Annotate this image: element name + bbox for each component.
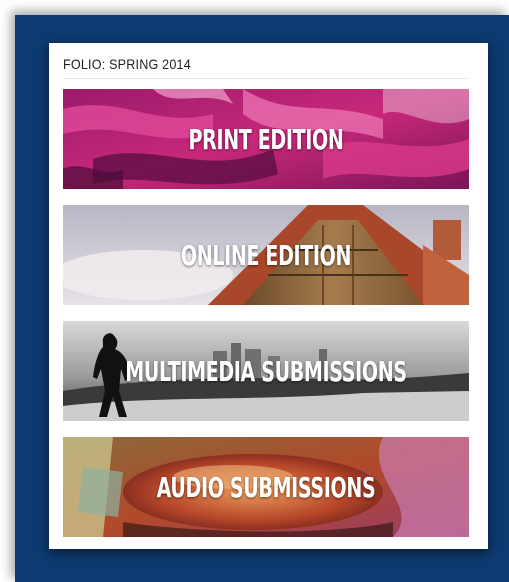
audio-submissions-label: AUDIO SUBMISSIONS xyxy=(156,470,376,504)
folio-panel: FOLIO: SPRING 2014 PRINT EDITION ONLINE … xyxy=(49,43,488,549)
audio-submissions-link[interactable]: AUDIO SUBMISSIONS xyxy=(63,437,469,537)
online-edition-label: ONLINE EDITION xyxy=(180,238,352,272)
multimedia-submissions-label: MULTIMEDIA SUBMISSIONS xyxy=(125,354,407,388)
title-divider xyxy=(63,78,469,79)
online-edition-link[interactable]: ONLINE EDITION xyxy=(63,205,469,305)
panel-title: FOLIO: SPRING 2014 xyxy=(63,56,191,72)
print-edition-link[interactable]: PRINT EDITION xyxy=(63,89,469,189)
multimedia-submissions-link[interactable]: MULTIMEDIA SUBMISSIONS xyxy=(63,321,469,421)
print-edition-label: PRINT EDITION xyxy=(188,122,344,156)
